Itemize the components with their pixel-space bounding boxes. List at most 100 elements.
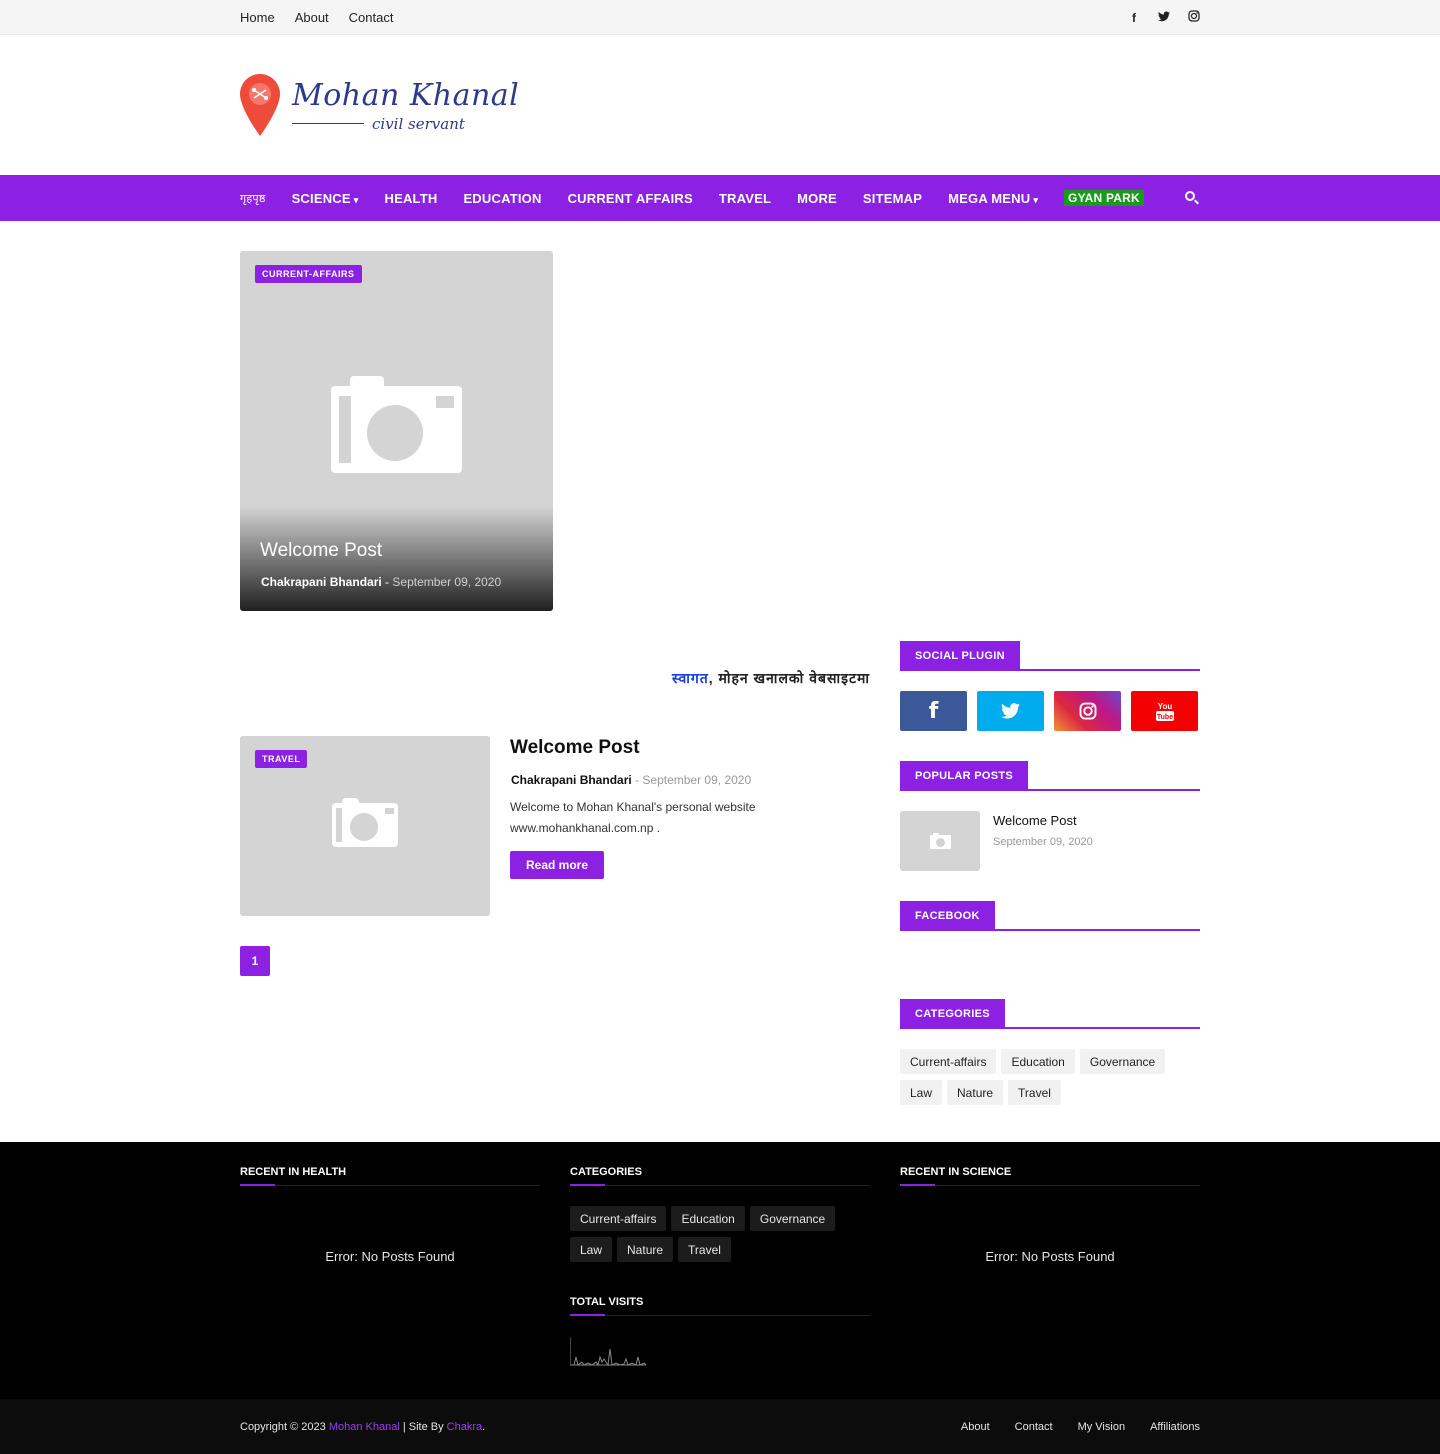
camera-placeholder-icon <box>930 833 951 849</box>
nav-item-label: Sitemap <box>862 190 923 206</box>
widget-title: Facebook <box>900 901 995 931</box>
site-by-text: | Site By <box>402 1420 444 1433</box>
welcome-ticker: स्वागत, मोहन खनालको वेबसाइटमा <box>240 669 870 688</box>
nav-item-label: Science <box>291 190 351 206</box>
footer-link-affiliations[interactable]: Affiliations <box>1150 1421 1200 1433</box>
logo-tagline: civil servant <box>372 114 465 133</box>
top-bar: Home About Contact f <box>0 0 1440 35</box>
footer-title: Categories <box>570 1166 870 1186</box>
category-tag[interactable]: Current-affairs <box>570 1206 667 1231</box>
footer-health: Recent in Health Error: No Posts Found <box>240 1166 540 1264</box>
twitter-button[interactable] <box>977 691 1044 731</box>
footer-science: Recent in Science Error: No Posts Found <box>900 1166 1200 1264</box>
featured-title[interactable]: Welcome Post <box>260 540 382 562</box>
post-author[interactable]: Chakrapani Bhandari <box>511 773 632 787</box>
facebook-button[interactable]: f <box>900 691 967 731</box>
chevron-down-icon: ▾ <box>1033 194 1039 205</box>
post-title[interactable]: Welcome Post <box>510 737 640 759</box>
footer-link-contact[interactable]: Contact <box>1015 1421 1053 1433</box>
footer-title: Total Visits <box>570 1296 870 1316</box>
nav-item-0[interactable]: गृहपृष्ठ <box>240 191 266 206</box>
builder-link[interactable]: Chakra <box>447 1421 482 1433</box>
top-social: f <box>1128 10 1200 25</box>
svg-text:Tube: Tube <box>1156 714 1172 721</box>
category-tag[interactable]: Nature <box>947 1080 1004 1105</box>
category-tag[interactable]: Governance <box>1079 1049 1166 1074</box>
social-plugin-widget: Social Plugin f You Tube <box>900 641 1200 731</box>
post-thumbnail[interactable]: Travel <box>240 736 490 916</box>
top-link-contact[interactable]: Contact <box>349 10 394 25</box>
bottom-bar: Copyright © 2023 Mohan Khanal | Site By … <box>0 1399 1440 1454</box>
footer-link-about[interactable]: About <box>961 1421 990 1433</box>
footer-link-my-vision[interactable]: My Vision <box>1078 1421 1125 1433</box>
instagram-button[interactable] <box>1054 691 1121 731</box>
category-tag[interactable]: Travel <box>1008 1080 1061 1105</box>
featured-post[interactable]: current-affairs Welcome Post Chakrapani … <box>240 251 553 611</box>
instagram-icon[interactable] <box>1188 10 1200 25</box>
nav-item-4[interactable]: Current Affairs <box>568 191 693 206</box>
post-excerpt: Welcome to Mohan Khanal's personal websi… <box>510 800 756 835</box>
twitter-icon <box>1001 703 1020 719</box>
popular-post-thumbnail[interactable] <box>900 811 980 871</box>
nav-item-3[interactable]: Education <box>463 191 541 206</box>
widget-title: Popular Posts <box>900 761 1029 791</box>
nav-item-label: Mega Menu <box>948 190 1031 206</box>
widget-title: Social Plugin <box>900 641 1020 671</box>
category-badge[interactable]: Travel <box>255 750 308 768</box>
nav-item-7[interactable]: Sitemap <box>863 191 922 206</box>
category-tag[interactable]: Education <box>1001 1049 1075 1074</box>
error-message: Error: No Posts Found <box>325 1249 455 1264</box>
widget-title: Categories <box>900 999 1005 1029</box>
nav-item-gyan-park[interactable]: GYAN PARK <box>1064 190 1144 206</box>
nav-item-5[interactable]: Travel <box>719 191 771 206</box>
category-tag[interactable]: Education <box>671 1206 745 1231</box>
visits-sparkline <box>569 1337 647 1367</box>
ticker-text: , मोहन खनालको वेबसाइटमा <box>708 670 870 686</box>
copyright-text: Copyright © 2023 <box>240 1420 326 1433</box>
nav-item-label: गृहपृष्ठ <box>240 192 266 205</box>
header: Mohan Khanal civil servant <box>0 35 1440 175</box>
facebook-widget: Facebook <box>900 901 1200 931</box>
category-tag[interactable]: Governance <box>749 1206 836 1231</box>
category-tag[interactable]: Current-affairs <box>900 1049 997 1074</box>
nav-item-2[interactable]: Health <box>384 191 437 206</box>
category-badge[interactable]: current-affairs <box>255 265 362 283</box>
nav-item-6[interactable]: More <box>797 191 837 206</box>
nav-item-8[interactable]: Mega Menu ▾ <box>948 191 1038 206</box>
top-link-about[interactable]: About <box>295 10 329 25</box>
category-tag[interactable]: Law <box>900 1080 943 1105</box>
nav-item-label: Current Affairs <box>567 190 693 206</box>
top-link-home[interactable]: Home <box>240 10 275 25</box>
popular-posts-widget: Popular Posts Welcome Post September 09,… <box>900 761 1200 871</box>
pagination-current[interactable]: 1 <box>240 946 270 976</box>
camera-placeholder-icon <box>331 376 462 473</box>
footer-categories: Categories Current-affairs Education Gover… <box>570 1166 870 1262</box>
post-date: September 09, 2020 <box>392 575 502 589</box>
footer: Recent in Health Error: No Posts Found C… <box>0 1142 1440 1399</box>
nav-item-1[interactable]: Science ▾ <box>292 191 359 206</box>
post-date: September 09, 2020 <box>642 773 752 787</box>
popular-post-item[interactable]: Welcome Post September 09, 2020 <box>900 811 1200 871</box>
popular-post-title[interactable]: Welcome Post <box>993 813 1093 828</box>
category-tag[interactable]: Nature <box>617 1237 674 1262</box>
facebook-icon: f <box>928 698 939 724</box>
nav-items: गृहपृष्ठ Science ▾ Health Education Current A… <box>240 190 1144 206</box>
meta-separator: - <box>385 575 390 589</box>
post-meta: Chakrapani Bhandari - September 09, 2020 <box>511 773 751 787</box>
meta-separator: - <box>635 773 640 787</box>
footer-title: Recent in Health <box>240 1166 540 1186</box>
read-more-button[interactable]: Read more <box>510 851 604 879</box>
main-nav: गृहपृष्ठ Science ▾ Health Education Current A… <box>0 175 1440 221</box>
category-tag[interactable]: Travel <box>678 1237 731 1262</box>
site-logo[interactable]: Mohan Khanal civil servant <box>240 74 519 136</box>
site-name-link[interactable]: Mohan Khanal <box>329 1421 400 1433</box>
youtube-button[interactable]: You Tube <box>1131 691 1198 731</box>
categories-widget: Categories Current-affairs Education Gover… <box>900 999 1200 1105</box>
category-tag[interactable]: Law <box>570 1237 613 1262</box>
footer-links: About Contact My Vision Affiliations <box>961 1421 1200 1433</box>
facebook-icon[interactable]: f <box>1128 11 1140 25</box>
chevron-down-icon: ▾ <box>353 194 359 205</box>
post-author[interactable]: Chakrapani Bhandari <box>261 575 382 589</box>
search-icon[interactable] <box>1184 190 1200 206</box>
twitter-icon[interactable] <box>1158 11 1170 25</box>
